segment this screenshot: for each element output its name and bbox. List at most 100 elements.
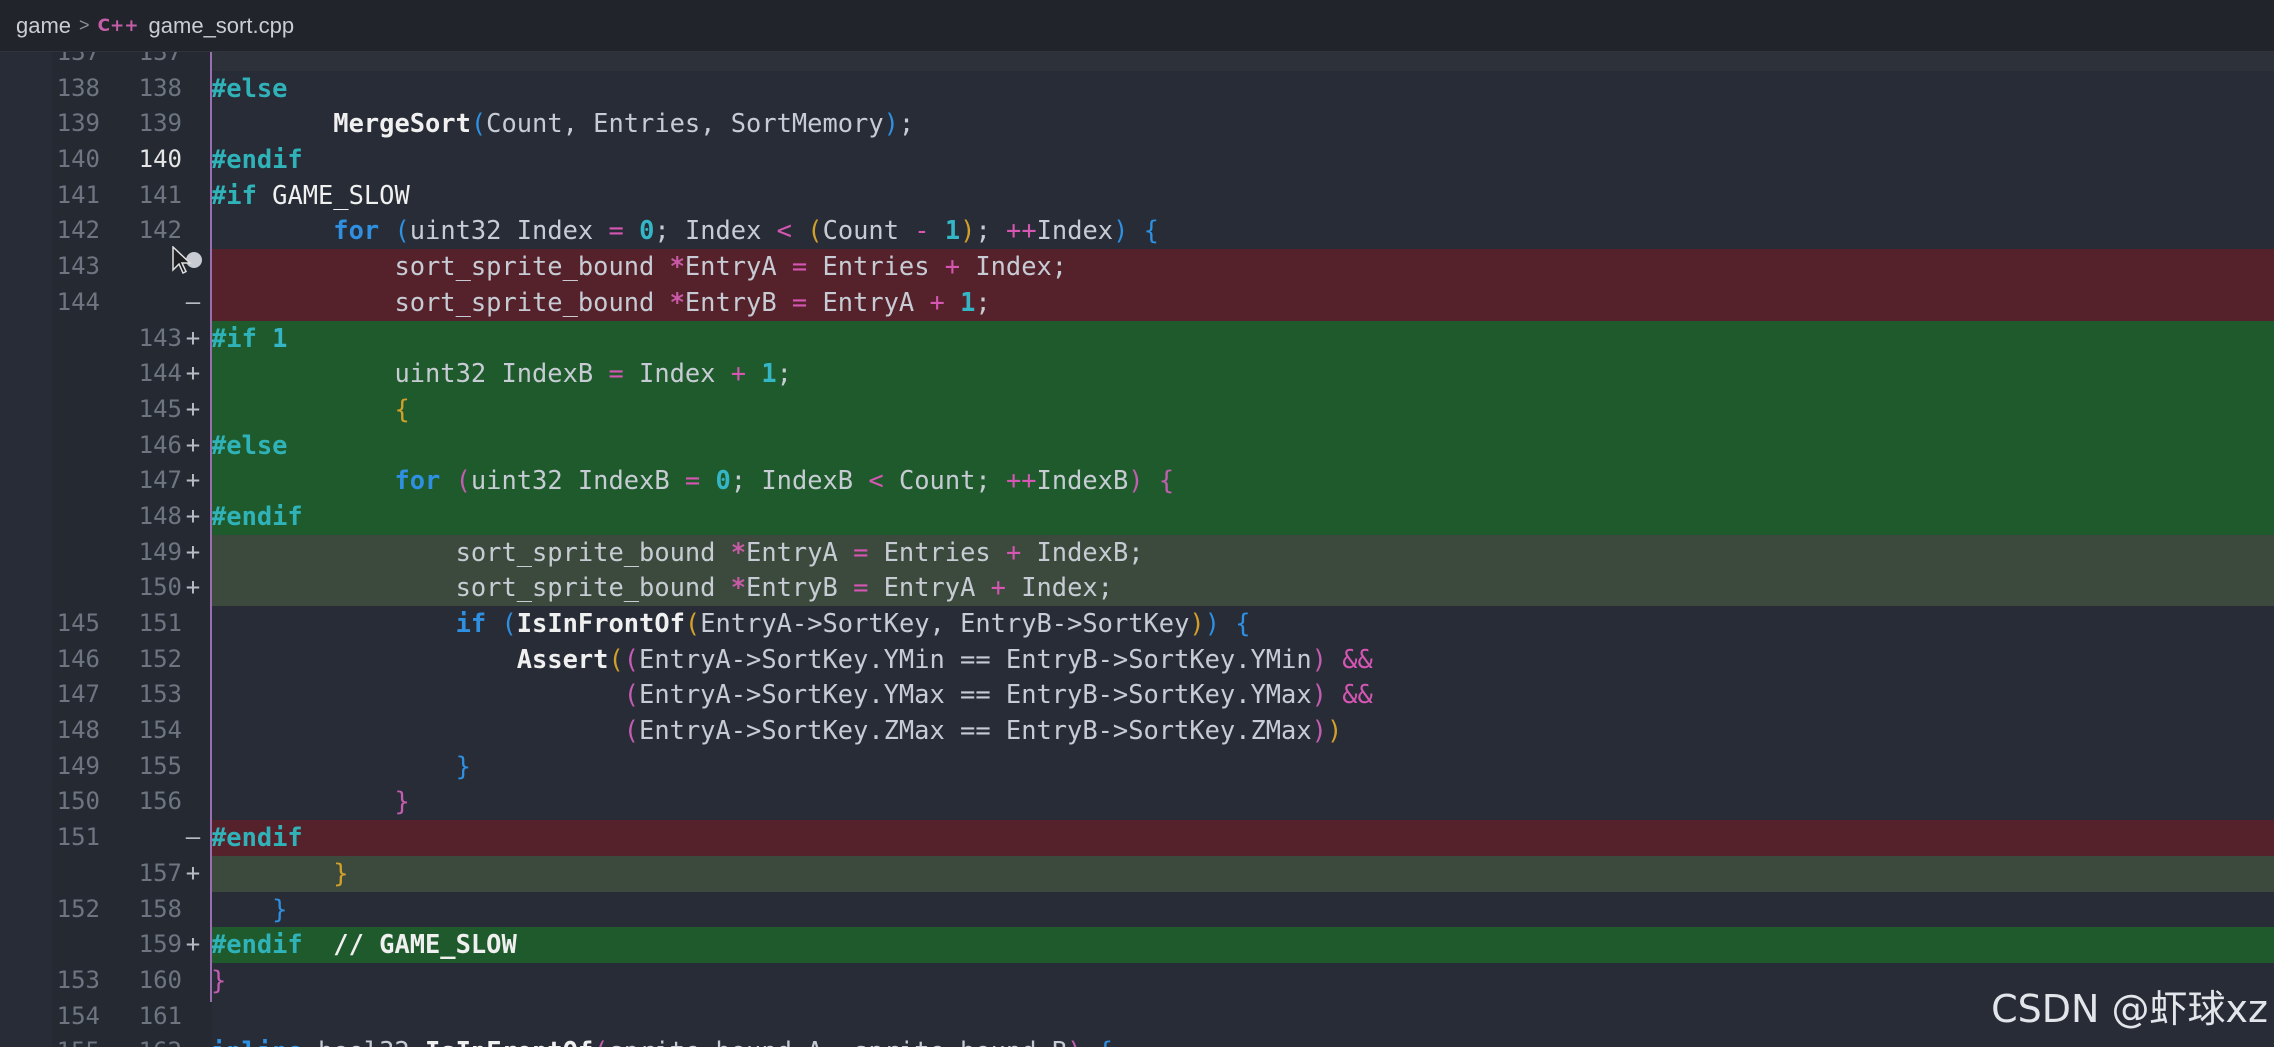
code-line[interactable]: 147 + for (uint32 IndexB = 0; IndexB < Co…: [0, 463, 2274, 499]
code-line[interactable]: 143 + #if 1: [0, 320, 2274, 357]
original-line-number: 150: [56, 787, 100, 816]
code-text[interactable]: sort_sprite_bound *EntryA = Entries + In…: [211, 249, 1067, 285]
code-token: 1: [944, 215, 961, 246]
breadcrumb-file[interactable]: game_sort.cpp: [149, 13, 295, 39]
code-line[interactable]: 148 + #endif: [0, 498, 2274, 535]
code-line[interactable]: 140 140 #endif: [0, 142, 2274, 178]
breadcrumb-separator-icon: >: [79, 15, 90, 35]
code-text[interactable]: }: [211, 749, 471, 785]
code-token: 1: [761, 358, 777, 389]
code-line[interactable]: 151 — #endif: [0, 820, 2274, 856]
breadcrumb-folder[interactable]: game: [16, 13, 71, 39]
original-line-number: 141: [56, 180, 100, 209]
code-text[interactable]: sort_sprite_bound *EntryA = Entries + In…: [211, 535, 1144, 571]
code-line[interactable]: 150 156 }: [0, 784, 2274, 820]
code-text[interactable]: (EntryA->SortKey.ZMax == EntryB->SortKey…: [211, 713, 1343, 749]
code-text[interactable]: {: [211, 392, 409, 428]
code-token: ): [1128, 465, 1144, 496]
code-text[interactable]: MergeSort(Count, Entries, SortMemory);: [211, 106, 914, 142]
code-text[interactable]: #else: [211, 428, 287, 464]
code-text[interactable]: if (IsInFrontOf(EntryA->SortKey, EntryB-…: [211, 606, 1251, 642]
code-token: ++: [1005, 465, 1037, 496]
code-token: ): [1311, 679, 1327, 710]
code-line[interactable]: 145 151 if (IsInFrontOf(EntryA->SortKey, …: [0, 606, 2274, 642]
code-text[interactable]: #endif: [211, 142, 303, 178]
code-line[interactable]: 146 + #else: [0, 427, 2274, 464]
code-line[interactable]: 139 139 MergeSort(Count, Entries, SortMem…: [0, 106, 2274, 142]
code-text[interactable]: sort_sprite_bound *EntryB = EntryA + Ind…: [211, 570, 1113, 606]
original-line-number: 148: [56, 716, 100, 745]
code-token: *: [669, 251, 685, 282]
code-line[interactable]: 145 + {: [0, 391, 2274, 428]
code-text[interactable]: #endif: [211, 820, 303, 856]
code-text[interactable]: inline bool32 IsInFrontOf(sprite_bound A…: [211, 1034, 1113, 1047]
code-line[interactable]: 149 155 }: [0, 749, 2274, 785]
code-token: if: [455, 608, 487, 638]
code-line[interactable]: 150 + sort_sprite_bound *EntryB = EntryA …: [0, 570, 2274, 606]
code-text[interactable]: }: [211, 963, 226, 999]
code-text[interactable]: #if 1: [211, 321, 287, 357]
code-line[interactable]: 157 + }: [0, 855, 2274, 892]
code-line[interactable]: 137 137: [0, 52, 2274, 71]
code-text[interactable]: (EntryA->SortKey.YMax == EntryB->SortKey…: [211, 677, 1373, 713]
code-text[interactable]: #if GAME_SLOW: [211, 178, 410, 214]
code-text[interactable]: for (uint32 Index = 0; Index < (Count - …: [211, 213, 1159, 249]
code-token: =: [608, 358, 624, 389]
code-line[interactable]: 142 142 for (uint32 Index = 0; Index < (C…: [0, 213, 2274, 249]
mouse-cursor-icon: [172, 246, 192, 275]
code-text[interactable]: for (uint32 IndexB = 0; IndexB < Count; …: [211, 463, 1174, 499]
code-text[interactable]: uint32 IndexB = Index + 1;: [211, 356, 792, 392]
code-text[interactable]: sort_sprite_bound *EntryB = EntryA + 1;: [211, 285, 990, 321]
breadcrumb: game > C++ game_sort.cpp: [0, 0, 2274, 52]
code-line[interactable]: 159 + #endif // GAME_SLOW: [0, 927, 2274, 963]
code-line[interactable]: 154 161: [0, 999, 2274, 1035]
code-token: 0: [715, 465, 731, 496]
modified-line-number: 145: [138, 394, 182, 423]
code-text[interactable]: }: [211, 892, 287, 928]
code-line[interactable]: 144 — sort_sprite_bound *EntryB = EntryA …: [0, 284, 2274, 321]
code-line[interactable]: 153 160}: [0, 963, 2274, 999]
code-line[interactable]: 155162 inline bool32 IsInFrontOf(sprite_b…: [0, 1034, 2274, 1047]
code-token: GAME_SLOW: [272, 179, 410, 210]
code-token: Count;: [883, 465, 1006, 496]
diff-editor[interactable]: 137 137 138 138 #else 139 139 MergeSort(Count,…: [0, 52, 2274, 1047]
code-token: 1: [960, 286, 976, 317]
line-highlight: [210, 427, 2274, 464]
code-text[interactable]: #endif // GAME_SLOW: [211, 927, 517, 963]
line-highlight: [210, 784, 2274, 820]
line-highlight: [210, 178, 2274, 214]
original-line-number: 138: [56, 73, 100, 102]
code-line[interactable]: 152 158 }: [0, 892, 2274, 928]
code-text[interactable]: }: [211, 784, 409, 820]
original-line-number: 147: [56, 680, 100, 709]
code-line[interactable]: 147 153 (EntryA->SortKey.YMax == EntryB->…: [0, 677, 2274, 713]
code-token: Index;: [1005, 572, 1113, 603]
code-token: (: [470, 108, 487, 139]
code-line[interactable]: 149 + sort_sprite_bound *EntryA = Entries…: [0, 534, 2274, 571]
code-line[interactable]: 148 154 (EntryA->SortKey.ZMax == EntryB->…: [0, 713, 2274, 749]
code-token: ): [960, 215, 976, 246]
code-line[interactable]: 144 + uint32 IndexB = Index + 1;: [0, 356, 2274, 392]
code-line[interactable]: 141 141 #if GAME_SLOW: [0, 178, 2274, 214]
code-token: ++: [1006, 215, 1037, 246]
code-line[interactable]: 138 138 #else: [0, 71, 2274, 107]
code-token: (: [455, 465, 471, 496]
code-text[interactable]: #endif: [211, 499, 303, 535]
removed-marker-icon: —: [185, 823, 201, 852]
code-line[interactable]: 146 152 Assert((EntryA->SortKey.YMin == E…: [0, 642, 2274, 678]
code-text[interactable]: }: [211, 856, 348, 892]
code-line[interactable]: 143 sort_sprite_bound *EntryA = Entries …: [0, 249, 2274, 285]
code-token: #endif: [211, 500, 303, 531]
code-token: }: [272, 893, 288, 924]
code-token: IndexB: [1036, 465, 1129, 496]
code-text[interactable]: #else: [211, 71, 287, 107]
code-text[interactable]: Assert((EntryA->SortKey.YMin == EntryB->…: [211, 642, 1373, 678]
modified-line-number: 142: [138, 216, 182, 245]
